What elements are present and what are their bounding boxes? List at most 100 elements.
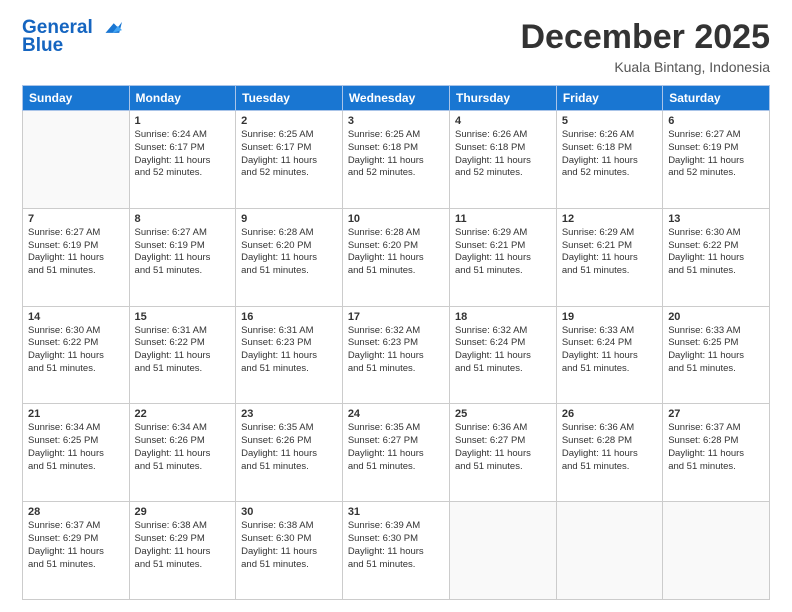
- daylight-text: Daylight: 11 hours: [562, 252, 638, 263]
- calendar-cell: 4 Sunrise: 6:26 AMSunset: 6:18 PMDaylight…: [450, 111, 557, 209]
- daylight-text-cont: and 51 minutes.: [668, 265, 736, 276]
- daylight-text: Daylight: 11 hours: [455, 448, 531, 459]
- daylight-text-cont: and 51 minutes.: [135, 265, 203, 276]
- calendar-cell: 27Sunrise: 6:37 AMSunset: 6:28 PMDayligh…: [663, 404, 770, 502]
- daylight-text-cont: and 52 minutes.: [668, 167, 736, 178]
- day-of-week-header: Wednesday: [342, 86, 449, 111]
- day-number: 29: [135, 506, 231, 518]
- day-number: 15: [135, 311, 231, 323]
- cell-details: Sunrise: 6:33 AMSunset: 6:24 PMDaylight:…: [562, 325, 657, 376]
- sunset-text: Sunset: 6:27 PM: [348, 435, 418, 446]
- cell-details: Sunrise: 6:39 AMSunset: 6:30 PMDaylight:…: [348, 520, 444, 571]
- day-number: 22: [135, 408, 231, 420]
- sunrise-text: Sunrise: 6:28 AM: [241, 227, 313, 238]
- daylight-text: Daylight: 11 hours: [135, 155, 211, 166]
- daylight-text: Daylight: 11 hours: [28, 546, 104, 557]
- calendar-cell: 14Sunrise: 6:30 AMSunset: 6:22 PMDayligh…: [23, 306, 130, 404]
- cell-details: Sunrise: 6:28 AMSunset: 6:20 PMDaylight:…: [241, 227, 337, 278]
- cell-details: Sunrise: 6:26 AMSunset: 6:18 PMDaylight:…: [455, 129, 551, 180]
- location-title: Kuala Bintang, Indonesia: [520, 59, 770, 75]
- calendar-cell: 16Sunrise: 6:31 AMSunset: 6:23 PMDayligh…: [236, 306, 343, 404]
- calendar-cell: 8Sunrise: 6:27 AMSunset: 6:19 PMDaylight…: [129, 208, 236, 306]
- day-of-week-header: Monday: [129, 86, 236, 111]
- sunrise-text: Sunrise: 6:32 AM: [348, 325, 420, 336]
- calendar-cell: 1 Sunrise: 6:24 AMSunset: 6:17 PMDaylight…: [129, 111, 236, 209]
- day-number: 10: [348, 213, 444, 225]
- daylight-text: Daylight: 11 hours: [668, 155, 744, 166]
- day-number: 1: [135, 115, 231, 127]
- daylight-text-cont: and 51 minutes.: [241, 461, 309, 472]
- sunset-text: Sunset: 6:19 PM: [135, 240, 205, 251]
- sunset-text: Sunset: 6:22 PM: [668, 240, 738, 251]
- daylight-text-cont: and 52 minutes.: [562, 167, 630, 178]
- daylight-text-cont: and 51 minutes.: [28, 363, 96, 374]
- sunset-text: Sunset: 6:29 PM: [28, 533, 98, 544]
- calendar-cell: 13Sunrise: 6:30 AMSunset: 6:22 PMDayligh…: [663, 208, 770, 306]
- daylight-text-cont: and 52 minutes.: [241, 167, 309, 178]
- cell-details: Sunrise: 6:27 AMSunset: 6:19 PMDaylight:…: [28, 227, 124, 278]
- calendar-cell: 12 Sunrise: 6:29 AMSunset: 6:21 PMDayligh…: [556, 208, 662, 306]
- sunrise-text: Sunrise: 6:27 AM: [668, 129, 740, 140]
- sunset-text: Sunset: 6:29 PM: [135, 533, 205, 544]
- calendar-cell: 2Sunrise: 6:25 AMSunset: 6:17 PMDaylight…: [236, 111, 343, 209]
- cell-details: Sunrise: 6:28 AMSunset: 6:20 PMDaylight:…: [348, 227, 444, 278]
- cell-details: Sunrise: 6:38 AMSunset: 6:29 PMDaylight:…: [135, 520, 231, 571]
- sunrise-text: Sunrise: 6:36 AM: [562, 422, 634, 433]
- daylight-text-cont: and 52 minutes.: [348, 167, 416, 178]
- sunset-text: Sunset: 6:22 PM: [28, 337, 98, 348]
- daylight-text: Daylight: 11 hours: [135, 448, 211, 459]
- sunrise-text: Sunrise: 6:30 AM: [668, 227, 740, 238]
- cell-details: Sunrise: 6:31 AMSunset: 6:22 PMDaylight:…: [135, 325, 231, 376]
- cell-details: Sunrise: 6:37 AMSunset: 6:29 PMDaylight:…: [28, 520, 124, 571]
- sunset-text: Sunset: 6:22 PM: [135, 337, 205, 348]
- calendar-cell: 20Sunrise: 6:33 AMSunset: 6:25 PMDayligh…: [663, 306, 770, 404]
- daylight-text: Daylight: 11 hours: [348, 546, 424, 557]
- daylight-text-cont: and 51 minutes.: [455, 363, 523, 374]
- sunrise-text: Sunrise: 6:31 AM: [135, 325, 207, 336]
- cell-details: Sunrise: 6:26 AMSunset: 6:18 PMDaylight:…: [562, 129, 657, 180]
- daylight-text-cont: and 52 minutes.: [135, 167, 203, 178]
- cell-details: Sunrise: 6:35 AMSunset: 6:26 PMDaylight:…: [241, 422, 337, 473]
- day-number: 14: [28, 311, 124, 323]
- sunset-text: Sunset: 6:28 PM: [668, 435, 738, 446]
- cell-details: Sunrise: 6:25 AMSunset: 6:18 PMDaylight:…: [348, 129, 444, 180]
- calendar-cell: 22Sunrise: 6:34 AMSunset: 6:26 PMDayligh…: [129, 404, 236, 502]
- day-number: 4: [455, 115, 551, 127]
- day-of-week-header: Friday: [556, 86, 662, 111]
- sunrise-text: Sunrise: 6:25 AM: [241, 129, 313, 140]
- daylight-text: Daylight: 11 hours: [348, 155, 424, 166]
- sunset-text: Sunset: 6:20 PM: [348, 240, 418, 251]
- daylight-text: Daylight: 11 hours: [668, 252, 744, 263]
- sunrise-text: Sunrise: 6:33 AM: [562, 325, 634, 336]
- calendar-cell: 28Sunrise: 6:37 AMSunset: 6:29 PMDayligh…: [23, 502, 130, 600]
- daylight-text: Daylight: 11 hours: [241, 448, 317, 459]
- sunrise-text: Sunrise: 6:31 AM: [241, 325, 313, 336]
- day-number: 9: [241, 213, 337, 225]
- cell-details: Sunrise: 6:24 AMSunset: 6:17 PMDaylight:…: [135, 129, 231, 180]
- daylight-text: Daylight: 11 hours: [241, 252, 317, 263]
- day-number: 2: [241, 115, 337, 127]
- daylight-text: Daylight: 11 hours: [348, 252, 424, 263]
- day-number: 12: [562, 213, 657, 225]
- daylight-text: Daylight: 11 hours: [348, 448, 424, 459]
- daylight-text-cont: and 51 minutes.: [241, 265, 309, 276]
- calendar-cell: 5Sunrise: 6:26 AMSunset: 6:18 PMDaylight…: [556, 111, 662, 209]
- sunrise-text: Sunrise: 6:38 AM: [135, 520, 207, 531]
- calendar-cell: 26Sunrise: 6:36 AMSunset: 6:28 PMDayligh…: [556, 404, 662, 502]
- sunset-text: Sunset: 6:26 PM: [241, 435, 311, 446]
- sunset-text: Sunset: 6:25 PM: [668, 337, 738, 348]
- daylight-text-cont: and 51 minutes.: [348, 265, 416, 276]
- sunset-text: Sunset: 6:23 PM: [241, 337, 311, 348]
- daylight-text: Daylight: 11 hours: [241, 546, 317, 557]
- calendar-cell: 3Sunrise: 6:25 AMSunset: 6:18 PMDaylight…: [342, 111, 449, 209]
- day-of-week-header: Thursday: [450, 86, 557, 111]
- daylight-text: Daylight: 11 hours: [241, 350, 317, 361]
- day-of-week-header: Saturday: [663, 86, 770, 111]
- daylight-text: Daylight: 11 hours: [28, 252, 104, 263]
- cell-details: Sunrise: 6:31 AMSunset: 6:23 PM Daylight:…: [241, 325, 337, 376]
- daylight-text-cont: and 51 minutes.: [135, 559, 203, 570]
- daylight-text-cont: and 52 minutes.: [455, 167, 523, 178]
- daylight-text-cont: and 51 minutes.: [135, 461, 203, 472]
- cell-details: Sunrise: 6:29 AMSunset: 6:21 PMDaylight:…: [562, 227, 657, 278]
- calendar-cell: [450, 502, 557, 600]
